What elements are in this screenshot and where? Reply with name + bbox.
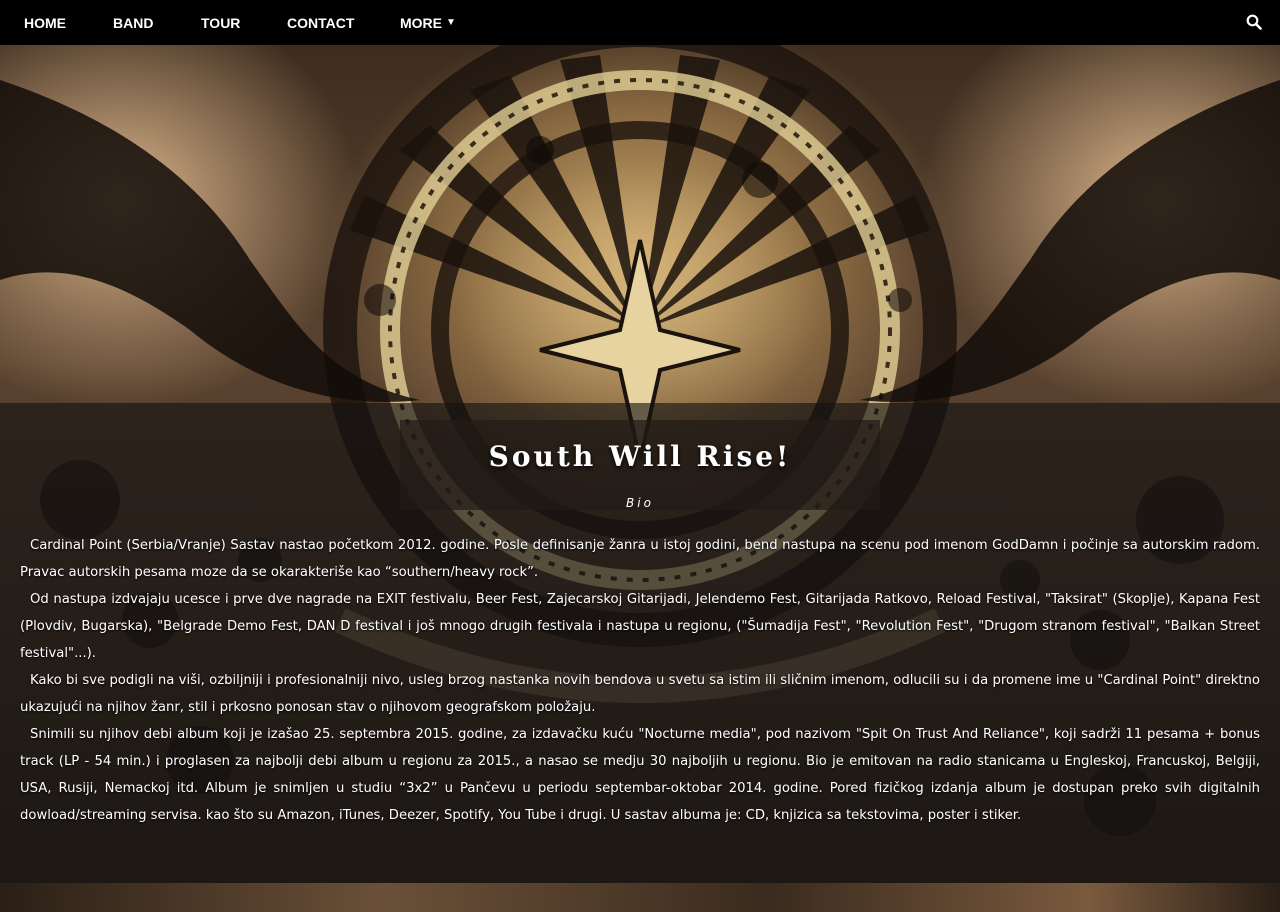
caret-down-icon: ▼	[446, 17, 456, 28]
nav-more-dropdown[interactable]: MORE ▼	[400, 0, 456, 45]
bio-paragraph: Snimili su njihov debi album koji je iza…	[20, 727, 1260, 823]
nav-contact-link[interactable]: CONTACT	[287, 0, 354, 45]
bio-paragraph: Cardinal Point (Serbia/Vranje) Sastav na…	[20, 538, 1260, 580]
nav-home-link[interactable]: HOME	[24, 0, 66, 45]
search-icon[interactable]	[1246, 14, 1264, 32]
bio-text: Cardinal Point (Serbia/Vranje) Sastav na…	[20, 532, 1260, 829]
nav-tour-link[interactable]: TOUR	[201, 0, 240, 45]
background-bottom-strip	[0, 883, 1280, 912]
nav-more-label: MORE	[400, 14, 442, 31]
nav-band-link[interactable]: BAND	[113, 0, 153, 45]
section-subtitle: Bio	[626, 496, 654, 510]
bio-paragraph: Kako bi sve podigli na viši, ozbiljniji …	[20, 673, 1260, 715]
page-title: South Will Rise!	[488, 440, 792, 473]
top-navbar: HOME BAND TOUR CONTACT MORE ▼	[0, 0, 1280, 45]
bio-paragraph: Od nastupa izdvajaju ucesce i prve dve n…	[20, 592, 1260, 661]
